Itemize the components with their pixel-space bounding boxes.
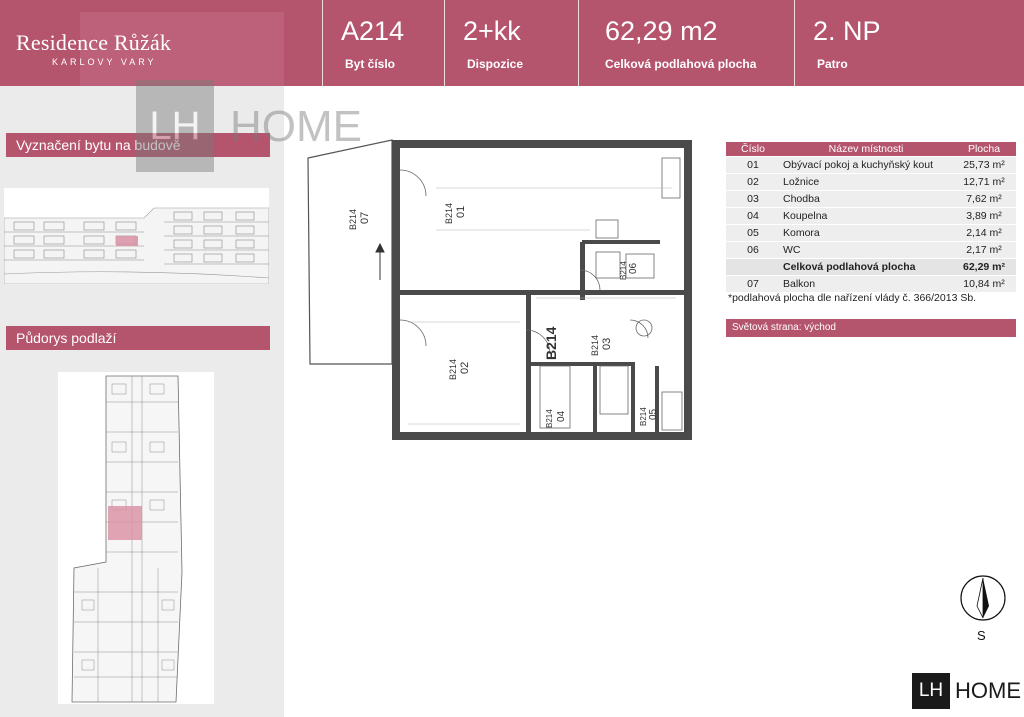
brand-name: Residence Růžák — [16, 30, 172, 55]
room-label-06-code: B214 — [619, 261, 628, 280]
row-number: 05 — [726, 224, 780, 242]
table-row: 03 Chodba 7,62 m² — [726, 190, 1016, 208]
table-row: 06 WC 2,17 m² — [726, 241, 1016, 259]
room-label-02-code: B214 — [448, 359, 458, 380]
row-name: Ložnice — [780, 173, 952, 191]
layout-value: 2+kk — [463, 16, 521, 46]
row-name: Koupelna — [780, 207, 952, 225]
building-facade-icon — [3, 207, 270, 285]
orientation-bar: Světová strana: východ — [726, 319, 1016, 337]
floor-overview-icon — [71, 375, 183, 703]
table-header-row: Číslo Název místnosti Plocha — [726, 142, 1016, 157]
row-name: Obývací pokoj a kuchyňský kout — [780, 156, 952, 174]
floor-overview — [58, 372, 214, 704]
room-label-07-code: B214 — [348, 209, 358, 230]
floor-label: Patro — [817, 57, 848, 71]
compass-letter: S — [977, 628, 986, 643]
total-name: Celková podlahová plocha — [780, 258, 952, 276]
brand: Residence Růžák KARLOVY VARY — [0, 0, 284, 86]
col-header-area: Plocha — [952, 142, 1016, 157]
row-area: 2,17 m² — [952, 241, 1016, 259]
total-empty-cell — [726, 258, 780, 276]
row-name: Komora — [780, 224, 952, 242]
room-table: Číslo Název místnosti Plocha 01 Obývací … — [726, 142, 1016, 292]
room-label-02-num: 02 — [459, 362, 471, 374]
room-label-04-code: B214 — [545, 409, 554, 428]
logo-text: HOME — [955, 678, 1021, 703]
header-total-area: 62,29 m2 Celková podlahová plocha — [578, 0, 795, 86]
logo-box: LH — [912, 673, 950, 709]
table-row: 05 Komora 2,14 m² — [726, 224, 1016, 242]
header-floor: 2. NP Patro — [794, 0, 1024, 86]
table-balcony-row: 07 Balkon 10,84 m² — [726, 275, 1016, 292]
unit-highlight-floor — [108, 506, 142, 540]
room-label-07-num: 07 — [359, 212, 371, 224]
unit-highlight — [116, 236, 138, 246]
header-bar: Residence Růžák KARLOVY VARY A214 Byt čí… — [0, 0, 1024, 86]
row-name: WC — [780, 241, 952, 259]
row-number: 04 — [726, 207, 780, 225]
total-area: 62,29 m² — [952, 258, 1016, 276]
watermark-box: LH — [136, 80, 214, 172]
table-total-row: Celková podlahová plocha 62,29 m² — [726, 258, 1016, 276]
room-label-03-code: B214 — [590, 335, 600, 356]
balcony-area: 10,84 m² — [952, 275, 1016, 292]
table-row: 04 Koupelna 3,89 m² — [726, 207, 1016, 225]
col-header-number: Číslo — [726, 142, 780, 157]
row-number: 06 — [726, 241, 780, 259]
room-label-04-num: 04 — [556, 410, 567, 422]
building-facade — [3, 188, 270, 285]
room-label-01-num: 01 — [455, 206, 467, 218]
row-area: 25,73 m² — [952, 156, 1016, 174]
col-header-name: Název místnosti — [780, 142, 952, 157]
row-number: 01 — [726, 156, 780, 174]
total-area-label: Celková podlahová plocha — [605, 57, 757, 71]
table-row: 02 Ložnice 12,71 m² — [726, 173, 1016, 191]
row-area: 2,14 m² — [952, 224, 1016, 242]
room-label-06-num: 06 — [628, 262, 639, 274]
unit-number-value: A214 — [341, 16, 405, 46]
brand-city: KARLOVY VARY — [52, 57, 157, 67]
header-unit-number: A214 Byt číslo — [322, 0, 445, 86]
room-label-01-code: B214 — [444, 203, 454, 224]
lh-home-logo: LH HOME — [912, 673, 1021, 709]
room-label-03-num: 03 — [601, 338, 613, 350]
unit-label: B214 — [543, 326, 559, 360]
apartment-floor-plan: B214 07 B214 01 B214 02 B214 B214 03 B21… — [307, 139, 692, 440]
row-area: 12,71 m² — [952, 173, 1016, 191]
layout-label: Dispozice — [467, 57, 524, 71]
row-number: 03 — [726, 190, 780, 208]
floor-value: 2. NP — [813, 16, 881, 46]
row-area: 7,62 m² — [952, 190, 1016, 208]
unit-number-label: Byt číslo — [345, 57, 396, 71]
header-layout: 2+kk Dispozice — [444, 0, 579, 86]
row-area: 3,89 m² — [952, 207, 1016, 225]
row-name: Chodba — [780, 190, 952, 208]
table-row: 01 Obývací pokoj a kuchyňský kout 25,73 … — [726, 156, 1016, 174]
room-label-05-code: B214 — [639, 407, 648, 426]
balcony-name: Balkon — [780, 275, 952, 292]
left-panel: Vyznačení bytu na budově Půdorys podlaží — [0, 86, 284, 717]
area-footnote: *podlahová plocha dle nařízení vlády č. … — [728, 292, 977, 304]
balcony-number: 07 — [726, 275, 780, 292]
room-label-05-num: 05 — [648, 408, 659, 420]
row-number: 02 — [726, 173, 780, 191]
section-floor: Půdorys podlaží — [6, 326, 270, 350]
total-area-value: 62,29 m2 — [605, 16, 718, 46]
